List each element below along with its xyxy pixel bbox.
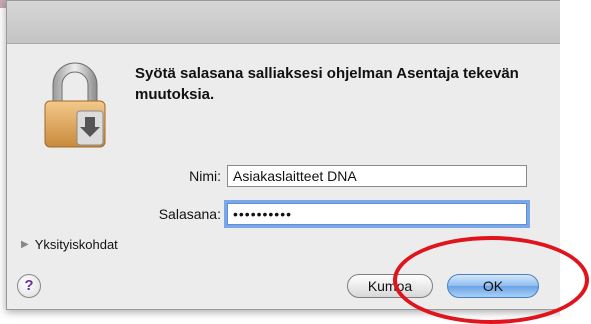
name-field[interactable]: Asiakaslaitteet DNA (227, 165, 527, 187)
disclosure-triangle-icon: ▶ (21, 239, 29, 250)
auth-message: Syötä salasana salliaksesi ohjelman Asen… (135, 65, 519, 103)
name-label: Nimi: (189, 168, 221, 184)
details-disclosure[interactable]: ▶ Yksityiskohdat (21, 237, 118, 252)
help-button[interactable]: ? (17, 274, 41, 298)
annotation-circle (393, 236, 589, 324)
password-field[interactable]: •••••••••• (227, 203, 527, 225)
password-label: Salasana: (158, 206, 221, 222)
dialog-titlebar (7, 1, 563, 44)
details-label: Yksityiskohdat (34, 237, 118, 252)
lock-icon (44, 62, 106, 148)
